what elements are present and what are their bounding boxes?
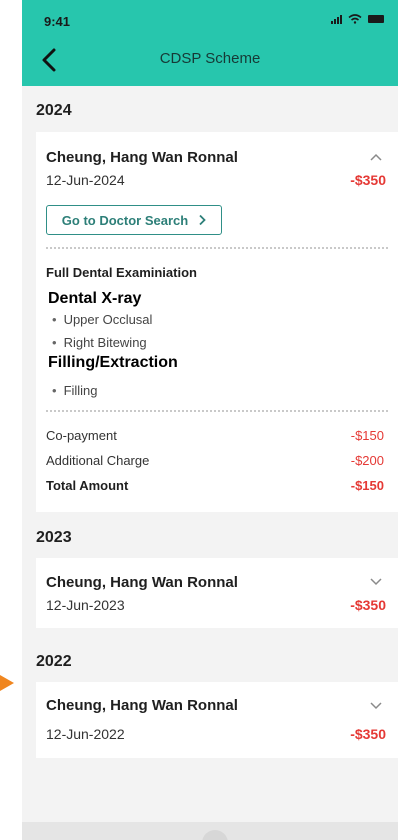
- annotation-arrow: [0, 675, 14, 691]
- total-amount-value: -$150: [350, 478, 384, 493]
- patient-name: Cheung, Hang Wan Ronnal: [46, 697, 238, 714]
- divider: [46, 247, 388, 249]
- claim-amount: -$350: [350, 597, 386, 613]
- chevron-down-icon[interactable]: [370, 578, 382, 586]
- battery-icon: [368, 15, 384, 23]
- status-icons: [331, 14, 384, 24]
- year-heading-2022: 2022: [36, 653, 72, 670]
- xray-title: Dental X-ray: [48, 290, 142, 307]
- exam-title: Full Dental Examiniation: [46, 265, 197, 280]
- filling-title: Filling/Extraction: [48, 354, 178, 371]
- signal-icon: [331, 14, 342, 24]
- list-item: • Right Bitewing: [52, 335, 147, 350]
- additional-charge-label: Additional Charge: [46, 453, 150, 468]
- additional-charge-value: -$200: [350, 453, 384, 468]
- patient-name: Cheung, Hang Wan Ronnal: [46, 149, 238, 166]
- claim-date: 12-Jun-2024: [46, 172, 125, 188]
- chevron-right-icon: [199, 214, 206, 226]
- claim-card-2022[interactable]: Cheung, Hang Wan Ronnal 12-Jun-2022 -$35…: [36, 682, 398, 758]
- total-amount-label: Total Amount: [46, 478, 129, 493]
- claim-amount: -$350: [350, 726, 386, 742]
- chevron-up-icon[interactable]: [370, 153, 382, 161]
- claim-date: 12-Jun-2023: [46, 597, 125, 613]
- bottom-bar: [22, 822, 398, 840]
- doctor-search-button[interactable]: Go to Doctor Search: [46, 205, 222, 235]
- list-item: • Upper Occlusal: [52, 312, 153, 327]
- patient-name: Cheung, Hang Wan Ronnal: [46, 574, 238, 591]
- phone-screen: 9:41 CDSP Scheme 2024 Cheung, Hang Wan R…: [22, 0, 398, 840]
- wifi-icon: [348, 14, 362, 24]
- page-title: CDSP Scheme: [159, 50, 261, 67]
- divider: [46, 410, 388, 412]
- home-indicator: [202, 830, 228, 840]
- status-time: 9:41: [44, 14, 71, 29]
- year-heading-2024: 2024: [36, 102, 72, 119]
- app-header: 9:41 CDSP Scheme: [22, 0, 398, 86]
- claim-amount: -$350: [350, 172, 386, 188]
- list-item: • Filling: [52, 383, 98, 398]
- year-heading-2023: 2023: [36, 529, 72, 546]
- claim-card-2023[interactable]: Cheung, Hang Wan Ronnal 12-Jun-2023 -$35…: [36, 558, 398, 628]
- claim-date: 12-Jun-2022: [46, 726, 125, 742]
- co-payment-label: Co-payment: [46, 428, 117, 443]
- co-payment-value: -$150: [350, 428, 384, 443]
- chevron-down-icon[interactable]: [370, 702, 382, 710]
- doctor-search-label: Go to Doctor Search: [61, 212, 189, 228]
- claim-card-2024: Cheung, Hang Wan Ronnal 12-Jun-2024 -$35…: [36, 132, 398, 512]
